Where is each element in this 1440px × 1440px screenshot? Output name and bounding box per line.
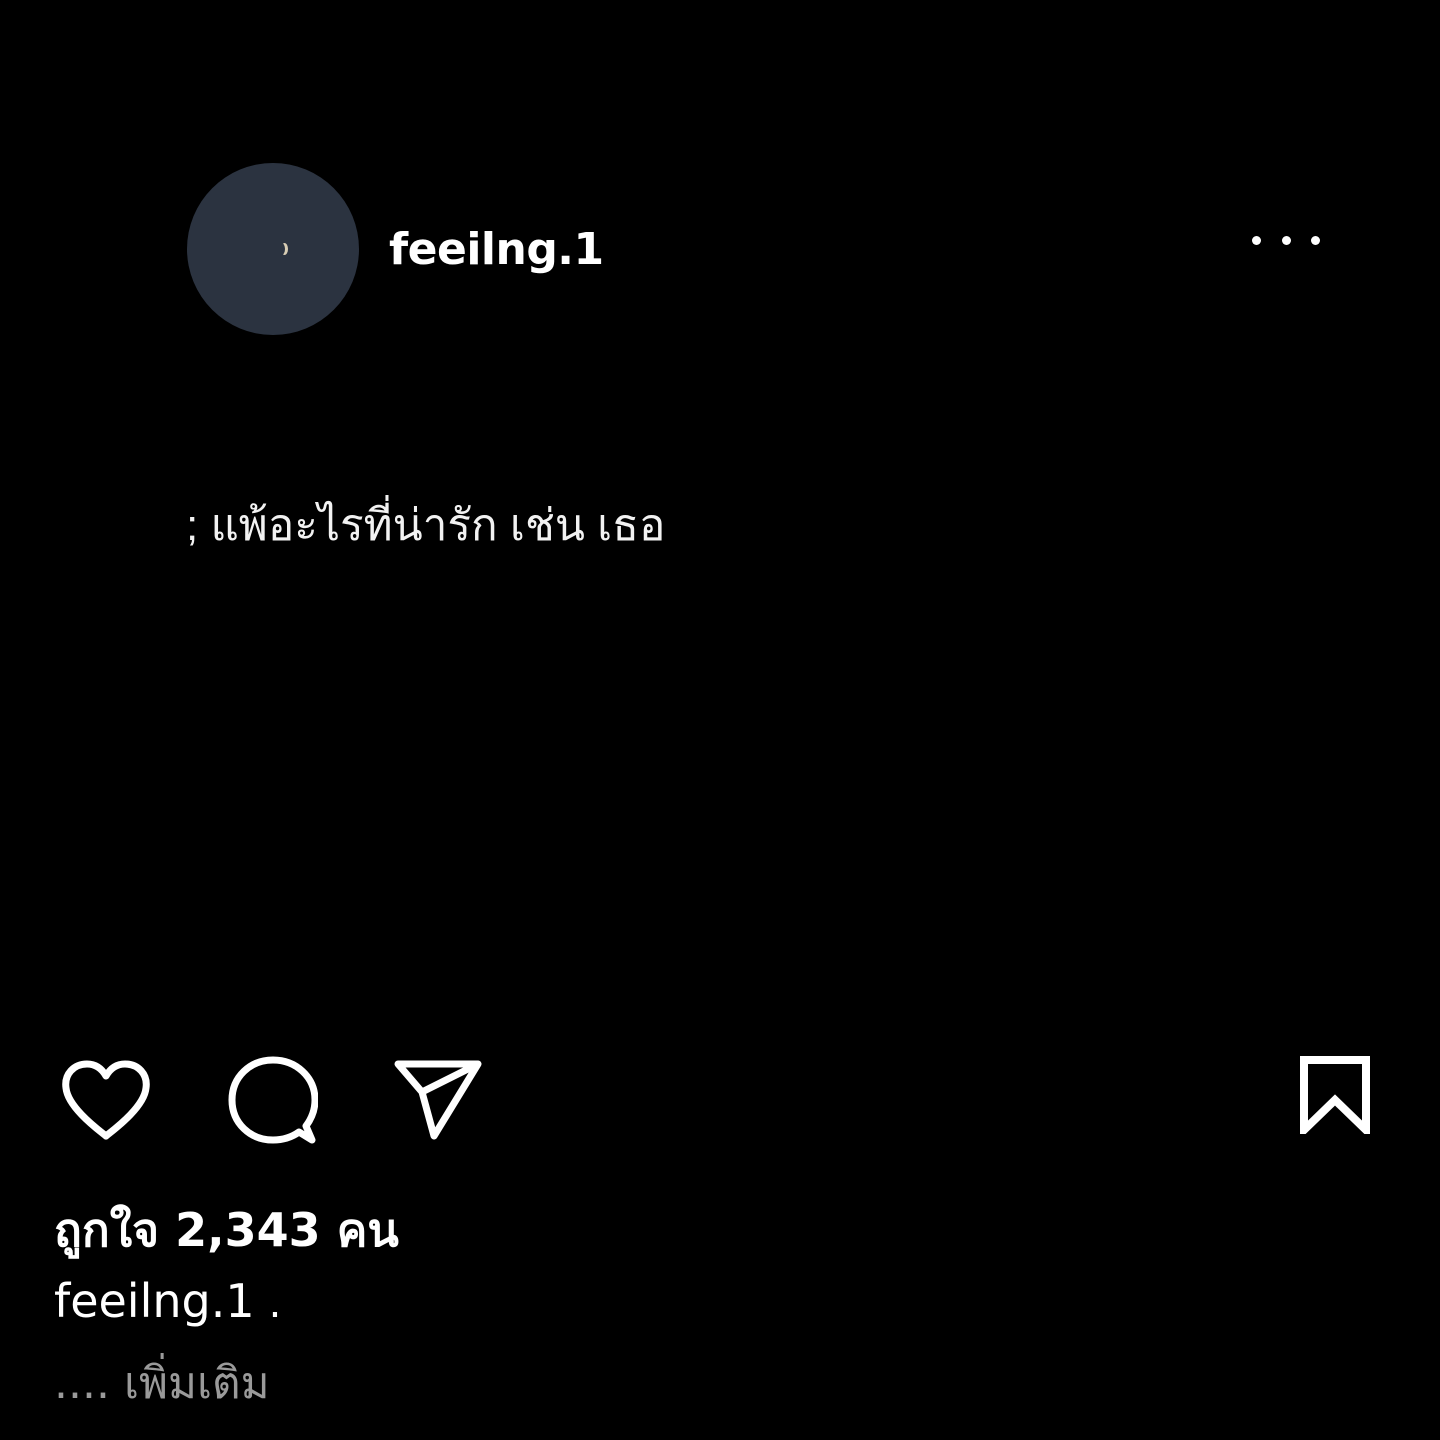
caption: feeilng.1. xyxy=(54,1274,281,1328)
more-options-icon xyxy=(1252,236,1320,246)
more-button[interactable]: เพิ่มเติม xyxy=(124,1358,270,1409)
post-action-bar xyxy=(0,1050,1440,1150)
bookmark-icon[interactable] xyxy=(1298,1054,1372,1134)
post-image-header: feeilng.1 xyxy=(187,163,604,335)
avatar xyxy=(187,163,359,335)
speech-bubble-icon[interactable] xyxy=(228,1056,318,1146)
caption-ellipsis: .... xyxy=(54,1358,110,1409)
paper-plane-icon[interactable] xyxy=(392,1058,484,1140)
caption-more-row: .... เพิ่มเติม xyxy=(54,1348,270,1418)
post-image-username: feeilng.1 xyxy=(389,223,604,275)
heart-outline-icon[interactable] xyxy=(60,1058,152,1142)
post-quote-text: ; แพ้อะไรที่น่ารัก เช่น เธอ xyxy=(186,501,666,550)
moon-icon xyxy=(278,243,285,255)
likes-count[interactable]: ถูกใจ 2,343 คน xyxy=(54,1194,399,1267)
caption-username[interactable]: feeilng.1 xyxy=(54,1274,255,1328)
caption-text: . xyxy=(268,1281,282,1327)
post-screen: feeilng.1 ; แพ้อะไรที่น่ารัก เช่น เธอ ถู… xyxy=(0,0,1440,1440)
